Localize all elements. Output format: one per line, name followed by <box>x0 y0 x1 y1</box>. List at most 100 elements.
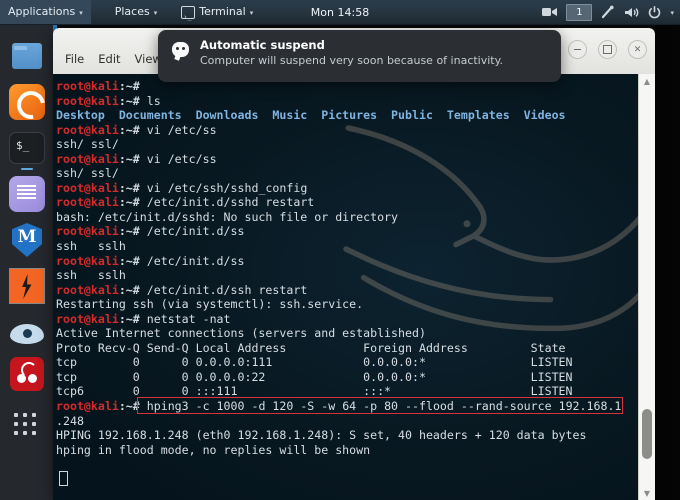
prompt-user: root@kali <box>56 282 119 297</box>
terminal-line: HPING 192.168.1.248 (eth0 192.168.1.248)… <box>56 428 639 443</box>
terminal-window-menu[interactable]: Terminal ▾ <box>173 0 261 29</box>
firefox-icon <box>9 84 45 120</box>
network-icon[interactable] <box>601 5 615 19</box>
wallpaper-right <box>655 24 680 500</box>
output-text: HPING 192.168.1.248 (eth0 192.168.1.248)… <box>56 428 587 443</box>
terminal-line: root@kali:~# /etc/init.d/ss <box>56 224 639 239</box>
output-text: Active Internet connections (servers and… <box>56 326 426 341</box>
scroll-up-arrow[interactable]: ▲ <box>639 74 655 88</box>
terminal-line: root@kali:~# /etc/init.d/ssh restart <box>56 283 639 298</box>
dock-item-show-applications[interactable] <box>9 408 45 444</box>
dock-item-burpsuite[interactable] <box>9 268 45 304</box>
terminal-line: root@kali:~# vi /etc/ssh/sshd_config <box>56 181 639 196</box>
notification-body: Computer will suspend very soon because … <box>200 54 504 67</box>
close-button[interactable]: ✕ <box>628 40 647 59</box>
terminal-scrollbar[interactable]: ▲ ▼ <box>638 74 655 500</box>
places-menu[interactable]: Places ▾ <box>107 0 166 24</box>
window-controls: ✕ <box>568 40 647 59</box>
applications-menu[interactable]: Applications ▾ <box>0 0 91 24</box>
power-icon[interactable] <box>648 5 661 19</box>
dock-item-wireshark[interactable] <box>9 316 45 352</box>
minimize-button[interactable] <box>568 40 587 59</box>
command-text: /etc/init.d/ss <box>139 224 245 239</box>
output-text: Proto Recv-Q Send-Q Local Address Foreig… <box>56 340 566 355</box>
terminal-line: root@kali:~# hping3 -c 1000 -d 120 -S -w… <box>56 397 639 415</box>
terminal-line: hping in flood mode, no replies will be … <box>56 443 639 458</box>
terminal-line: tcp 0 0 0.0.0.0:22 0.0.0.0:* LISTEN <box>56 370 639 385</box>
prompt-sep: :~# <box>118 253 140 268</box>
prompt-sep: :~# <box>118 311 140 326</box>
grid-apps-icon <box>14 413 40 439</box>
terminal-icon <box>181 5 196 29</box>
command-text: /etc/init.d/ss <box>139 253 245 268</box>
menu-file[interactable]: File <box>65 52 84 66</box>
volume-icon[interactable] <box>624 6 639 19</box>
chevron-down-icon: ▾ <box>153 9 158 17</box>
highlighted-command: hping3 -c 1000 -d 120 -S -w 64 -p 80 --f… <box>136 397 624 415</box>
chat-bubble-icon <box>172 42 189 57</box>
prompt-user: root@kali <box>56 311 119 326</box>
prompt-sep: :~# <box>118 79 140 93</box>
menubar: File Edit View <box>65 52 162 66</box>
terminal-line: Active Internet connections (servers and… <box>56 326 639 341</box>
prompt-user: root@kali <box>56 399 119 414</box>
notification-text: Automatic suspend Computer will suspend … <box>200 38 503 68</box>
command-text: /etc/init.d/sshd restart <box>139 195 315 210</box>
command-text: ls <box>139 93 161 108</box>
terminal-screen[interactable]: root@kali:~# root@kali:~# ls Desktop Docum… <box>53 74 639 500</box>
dock-item-files[interactable] <box>9 38 45 74</box>
text-editor-icon <box>9 176 45 212</box>
dock-item-firefox[interactable] <box>9 84 45 120</box>
chevron-down-icon: ▾ <box>79 9 83 17</box>
prompt-sep: :~# <box>118 93 140 108</box>
terminal-line: Desktop Documents Downloads Music Pictur… <box>56 108 639 123</box>
prompt-user: root@kali <box>56 151 119 166</box>
metasploit-icon <box>12 223 42 257</box>
burpsuite-icon <box>9 268 45 304</box>
terminal-line: bash: /etc/init.d/sshd: No such file or … <box>56 210 639 225</box>
terminal-window[interactable]: File Edit View ✕ root@kali:~# root@kali:~… <box>53 28 655 500</box>
prompt-sep: :~# <box>118 399 140 414</box>
prompt-user: root@kali <box>56 224 119 239</box>
prompt-user: root@kali <box>56 253 119 268</box>
terminal-line: .248 <box>56 414 639 429</box>
output-text: hping in flood mode, no replies will be … <box>56 442 371 457</box>
output-text: ssh/ ssl/ <box>56 137 119 152</box>
prompt-sep: :~# <box>118 151 140 166</box>
terminal-line: ssh sslh <box>56 268 639 283</box>
top-panel: Applications ▾ Places ▾ Terminal ▾ Mon 1… <box>0 0 680 29</box>
beef-icon <box>10 357 44 391</box>
terminal-cursor <box>59 471 68 486</box>
menu-edit[interactable]: Edit <box>98 52 120 66</box>
terminal-icon <box>9 132 45 164</box>
terminal-line: root@kali:~# /etc/init.d/sshd restart <box>56 195 639 210</box>
output-text: ssh sslh <box>56 239 126 254</box>
terminal-line: root@kali:~# /etc/init.d/ss <box>56 254 639 269</box>
screencast-icon[interactable] <box>542 6 558 18</box>
maximize-button[interactable] <box>598 40 617 59</box>
prompt-user: root@kali <box>56 93 119 108</box>
workspace-indicator[interactable]: 1 <box>566 3 593 21</box>
dock-item-text-editor[interactable] <box>9 176 45 212</box>
terminal-line: root@kali:~# vi /etc/ss <box>56 152 639 167</box>
chevron-down-icon[interactable]: ▾ <box>670 9 674 17</box>
prompt-user: root@kali <box>56 180 119 195</box>
application-dock <box>0 24 53 500</box>
notification-popup[interactable]: Automatic suspend Computer will suspend … <box>158 30 561 82</box>
scrollbar-thumb[interactable] <box>642 409 652 459</box>
terminal-line: root@kali:~# ls <box>56 94 639 109</box>
dock-item-metasploit[interactable] <box>9 222 45 258</box>
dock-item-terminal[interactable] <box>9 130 45 170</box>
dock-item-beef[interactable] <box>9 356 45 392</box>
scroll-down-arrow[interactable]: ▼ <box>639 486 655 500</box>
terminal-line: ssh/ ssl/ <box>56 137 639 152</box>
output-text: ssh/ ssl/ <box>56 166 119 181</box>
system-tray: 1 ▾ <box>542 0 674 24</box>
prompt-user: root@kali <box>56 79 119 93</box>
output-text: tcp6 0 0 :::111 :::* LISTEN <box>56 384 573 399</box>
prompt-user: root@kali <box>56 122 119 137</box>
clock[interactable]: Mon 14:58 <box>311 6 369 19</box>
terminal-line: ssh sslh <box>56 239 639 254</box>
terminal-body[interactable]: root@kali:~# root@kali:~# ls Desktop Docum… <box>53 74 655 500</box>
terminal-line: Proto Recv-Q Send-Q Local Address Foreig… <box>56 341 639 356</box>
